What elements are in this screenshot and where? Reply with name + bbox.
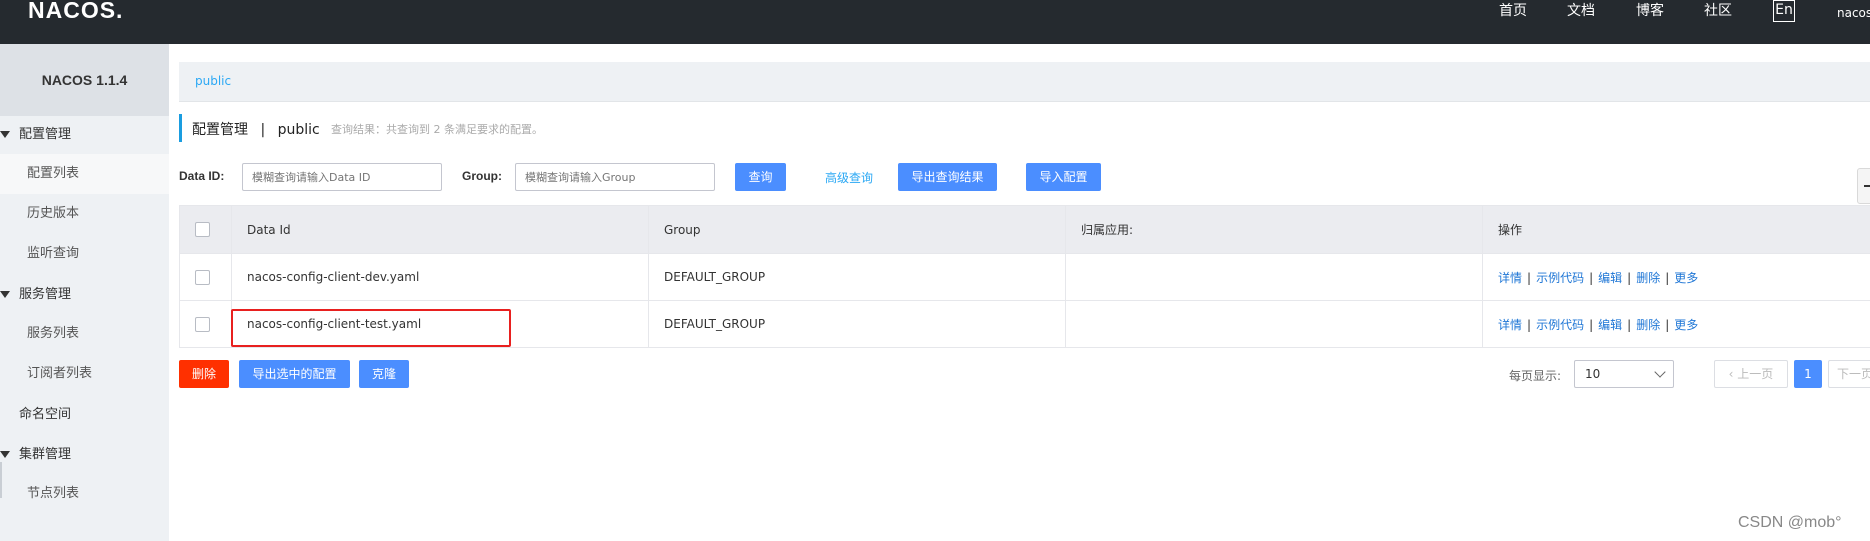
column-header-dataid: Data Id [231, 205, 649, 254]
sidebar-item-history[interactable]: 历史版本 [0, 194, 169, 234]
version-label: NACOS 1.1.4 [0, 44, 169, 116]
namespace-bar: public [179, 62, 1870, 102]
cell-group: DEFAULT_GROUP [648, 300, 1066, 348]
prev-page-label: 上一页 [1737, 367, 1774, 381]
watermark: CSDN @mob° [1738, 514, 1842, 531]
export-results-button[interactable]: 导出查询结果 [898, 163, 997, 191]
column-header-actions: 操作 [1482, 205, 1870, 254]
delete-button[interactable]: 删除 [179, 360, 229, 388]
page-size-label: 每页显示: [1509, 369, 1562, 383]
action-sample-code-link[interactable]: 示例代码 [1536, 318, 1584, 332]
cell-app [1065, 300, 1483, 348]
caret-down-icon [0, 291, 10, 298]
language-toggle-button[interactable]: En [1773, 0, 1795, 22]
namespace-link-public[interactable]: public [195, 74, 231, 88]
menu-group-config[interactable]: 配置管理 [19, 126, 71, 144]
column-header-app: 归属应用: [1065, 205, 1483, 254]
caret-down-icon [0, 451, 10, 458]
export-selected-button[interactable]: 导出选中的配置 [239, 360, 350, 388]
sidebar-item-listener-query[interactable]: 监听查询 [0, 234, 169, 274]
column-header-group: Group [648, 205, 1066, 254]
query-result-summary: 查询结果：共查询到 2 条满足要求的配置。 [331, 123, 543, 136]
sidebar-item-node-list[interactable]: 节点列表 [0, 474, 169, 514]
minus-icon [1864, 185, 1870, 187]
action-more-link[interactable]: 更多 [1674, 318, 1698, 332]
page-title-namespace: public [277, 122, 320, 138]
cell-group: DEFAULT_GROUP [648, 253, 1066, 301]
query-button[interactable]: 查询 [735, 163, 786, 191]
clone-button[interactable]: 克隆 [359, 360, 409, 388]
action-more-link[interactable]: 更多 [1674, 271, 1698, 285]
sidebar-item-subscriber-list[interactable]: 订阅者列表 [0, 354, 169, 394]
page-size-value: 10 [1585, 367, 1601, 381]
action-delete-link[interactable]: 删除 [1636, 318, 1660, 332]
menu-group-cluster[interactable]: 集群管理 [19, 446, 71, 464]
action-edit-link[interactable]: 编辑 [1598, 271, 1622, 285]
row-select-cell [179, 253, 232, 301]
prev-page-button[interactable]: ‹ 上一页 [1714, 360, 1788, 388]
nav-docs[interactable]: 文档 [1567, 1, 1595, 21]
sidebar-item-service-list[interactable]: 服务列表 [0, 314, 169, 354]
action-detail-link[interactable]: 详情 [1498, 318, 1522, 332]
action-delete-link[interactable]: 删除 [1636, 271, 1660, 285]
cell-dataid: nacos-config-client-dev.yaml [231, 253, 649, 301]
nacos-logo[interactable]: NACOS. [28, 0, 123, 22]
title-accent-bar [179, 114, 182, 142]
top-navbar: NACOS. 首页 文档 博客 社区 En nacos [0, 0, 1870, 44]
cell-app [1065, 253, 1483, 301]
next-page-button[interactable]: 下一页 [1828, 360, 1870, 388]
chevron-left-icon: ‹ [1728, 367, 1738, 381]
cell-actions: 详情 | 示例代码 | 编辑 | 删除 | 更多 [1482, 300, 1870, 348]
group-label: Group: [462, 169, 502, 183]
chevron-down-icon [1654, 366, 1666, 378]
nav-home[interactable]: 首页 [1499, 1, 1527, 21]
cell-actions: 详情 | 示例代码 | 编辑 | 删除 | 更多 [1482, 253, 1870, 301]
row-checkbox[interactable] [195, 316, 210, 332]
advanced-query-link[interactable]: 高级查询 [825, 169, 873, 186]
next-page-label: 下一页 [1837, 367, 1870, 381]
nav-blog[interactable]: 博客 [1636, 1, 1664, 21]
action-edit-link[interactable]: 编辑 [1598, 318, 1622, 332]
select-all-cell [179, 205, 232, 254]
page-title: 配置管理 | public [192, 119, 320, 139]
caret-down-icon [0, 131, 10, 138]
select-all-checkbox[interactable] [195, 222, 210, 237]
highlight-annotation-box [231, 309, 511, 347]
sidebar-item-config-list[interactable]: 配置列表 [0, 154, 169, 194]
action-sample-code-link[interactable]: 示例代码 [1536, 271, 1584, 285]
menu-group-service[interactable]: 服务管理 [19, 286, 71, 304]
table-row: nacos-config-client-dev.yaml DEFAULT_GRO… [179, 253, 1870, 301]
row-checkbox[interactable] [195, 269, 210, 285]
user-menu[interactable]: nacos [1837, 3, 1870, 23]
table-header-row: Data Id Group 归属应用: 操作 [179, 205, 1870, 254]
collapse-button[interactable] [1857, 168, 1870, 204]
page-number-current[interactable]: 1 [1794, 360, 1822, 388]
menu-group-namespace[interactable]: 命名空间 [19, 406, 71, 424]
dataid-search-input[interactable] [242, 163, 442, 191]
action-detail-link[interactable]: 详情 [1498, 271, 1522, 285]
group-search-input[interactable] [515, 163, 715, 191]
page-size-select[interactable]: 10 [1574, 360, 1674, 388]
dataid-label: Data ID: [179, 169, 225, 183]
row-select-cell [179, 300, 232, 348]
import-config-button[interactable]: 导入配置 [1026, 163, 1101, 191]
page-title-text: 配置管理 [192, 122, 248, 138]
nav-community[interactable]: 社区 [1704, 1, 1732, 21]
title-divider: | [260, 122, 266, 138]
